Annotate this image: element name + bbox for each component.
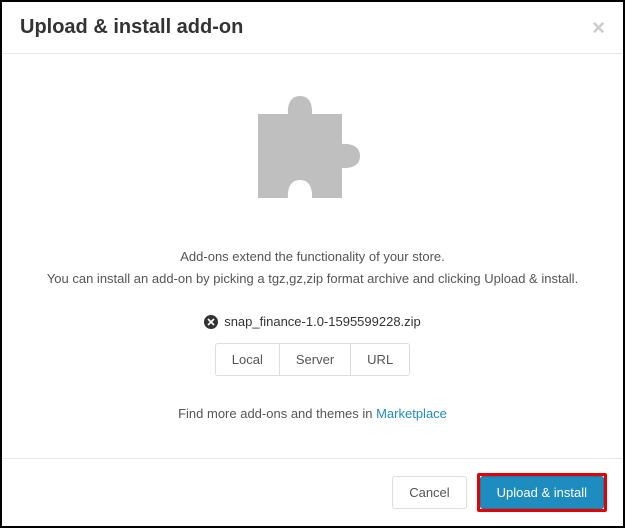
upload-install-button[interactable]: Upload & install	[480, 476, 604, 509]
close-icon[interactable]: ×	[592, 17, 605, 39]
source-local-button[interactable]: Local	[216, 344, 280, 375]
description-line-2: You can install an add-on by picking a t…	[47, 269, 578, 289]
modal-header: Upload & install add-on ×	[2, 2, 623, 54]
remove-file-icon[interactable]	[204, 315, 218, 329]
puzzle-piece-icon	[238, 84, 388, 229]
upload-install-modal: Upload & install add-on × Add-ons extend…	[0, 0, 625, 528]
selected-file-name: snap_finance-1.0-1595599228.zip	[224, 314, 421, 329]
marketplace-link[interactable]: Marketplace	[376, 406, 447, 421]
marketplace-prefix: Find more add-ons and themes in	[178, 406, 376, 421]
source-url-button[interactable]: URL	[351, 344, 409, 375]
modal-body: Add-ons extend the functionality of your…	[2, 54, 623, 458]
marketplace-text: Find more add-ons and themes in Marketpl…	[178, 406, 447, 421]
source-server-button[interactable]: Server	[280, 344, 351, 375]
description-line-1: Add-ons extend the functionality of your…	[180, 247, 445, 267]
file-source-group: Local Server URL	[215, 343, 410, 376]
selected-file-row: snap_finance-1.0-1595599228.zip	[204, 314, 421, 329]
modal-title: Upload & install add-on	[20, 16, 243, 39]
cancel-button[interactable]: Cancel	[392, 476, 466, 509]
submit-button-highlight: Upload & install	[477, 473, 607, 512]
modal-footer: Cancel Upload & install	[2, 458, 623, 526]
